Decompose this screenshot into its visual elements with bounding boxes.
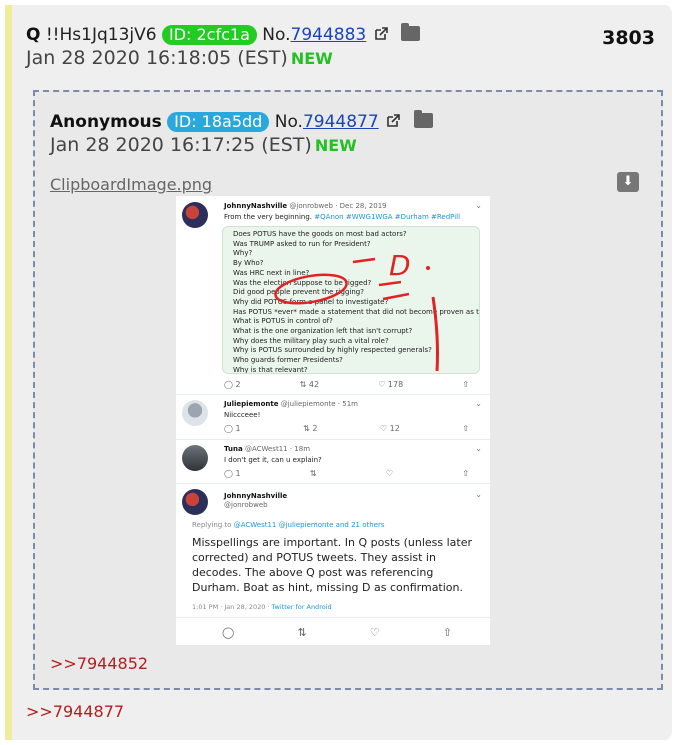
reply-count: 2 (235, 380, 241, 389)
tweet-name: Juliepiemonte (224, 400, 279, 408)
quoted-poster-name: Anonymous (50, 112, 162, 132)
folder-icon[interactable] (401, 23, 421, 41)
tweet-name: JohnnyNashville (224, 202, 288, 210)
post-backlink[interactable]: >>7944877 (26, 702, 124, 721)
tweet-time: 1:01 PM · Jan 28, 2020 · (192, 603, 270, 611)
reply-count: 1 (235, 424, 241, 433)
share-icon[interactable]: ⇧ (462, 469, 469, 478)
post-date: Jan 28 2020 16:18:05 (EST) NEW (26, 47, 333, 69)
tweet-hashtags: #QAnon #WWG1WGA #Durham #RedPill (314, 213, 461, 221)
tweet-author: JohnnyNashville @jonrobweb · Dec 28, 201… (224, 202, 387, 210)
reply-icon[interactable]: ◯ 2 (224, 380, 241, 389)
reply-count: 1 (235, 469, 241, 478)
tweet-name: JohnnyNashville (224, 492, 288, 500)
tweet-meta: 1:01 PM · Jan 28, 2020 · Twitter for And… (192, 603, 332, 611)
reply-targets: @ACWest11 @juliepiemonte and 21 others (233, 521, 385, 529)
reply-icon[interactable]: ◯ 1 (224, 424, 241, 433)
retweet-icon[interactable]: ⇅ 42 (300, 380, 319, 389)
chevron-down-icon: ⌄ (475, 490, 482, 499)
tweet-text-prefix: From the very beginning. (224, 213, 313, 221)
retweet-icon[interactable]: ⇅ (297, 626, 306, 639)
reply-prefix: Replying to (192, 521, 232, 529)
tweet-text: Niiccceee! (224, 411, 261, 419)
tweet-actions: ◯ 1 ⇅ 2 ♡ 12 ⇧ (224, 424, 469, 433)
annotation-letter: D (389, 249, 411, 282)
like-icon[interactable]: ♡ 178 (378, 380, 403, 389)
q-post: Q !!Hs1Jq13jV6 ID: 2cfc1a No.7944883 380… (5, 5, 672, 740)
tweet-author: JohnnyNashville (224, 492, 287, 500)
attachment-image[interactable]: JohnnyNashville @jonrobweb · Dec 28, 201… (176, 196, 490, 645)
tweet-handle: @jonrobweb (224, 501, 268, 509)
like-count: 178 (387, 380, 404, 389)
retweet-count: 42 (308, 380, 320, 389)
tweet-actions: ◯ ⇅ ♡ ⇧ (222, 626, 452, 639)
download-icon[interactable]: ⬇ (617, 172, 639, 192)
divider (176, 483, 490, 484)
external-link-icon[interactable] (386, 114, 400, 128)
reply-icon[interactable]: ◯ (222, 626, 234, 639)
new-badge: NEW (314, 136, 357, 155)
like-icon[interactable]: ♡ 12 (380, 424, 400, 433)
post-date-text: Jan 28 2020 16:18:05 (EST) (26, 47, 288, 69)
tweet-source: Twitter for Android (271, 603, 332, 611)
quoted-number-link[interactable]: 7944877 (303, 112, 379, 132)
tweet-author: Juliepiemonte @juliepiemonte · 51m (224, 400, 358, 408)
share-icon[interactable]: ⇧ (462, 380, 469, 389)
avatar (182, 445, 208, 471)
quoted-question-box: Does POTUS have the goods on most bad ac… (222, 226, 480, 374)
like-icon[interactable]: ♡ (386, 469, 393, 478)
tweet-handle: @juliepiemonte · 51m (280, 400, 358, 408)
divider (176, 394, 490, 395)
chevron-down-icon: ⌄ (475, 201, 482, 210)
retweet-count: 2 (312, 424, 318, 433)
post-no-label: No. (262, 25, 291, 45)
tweet-handle: @ACWest11 · 18m (244, 445, 311, 453)
quoted-date: Jan 28 2020 16:17:25 (EST) NEW (50, 134, 357, 156)
tripcode: !!Hs1Jq13jV6 (45, 25, 157, 45)
like-count: 12 (389, 424, 400, 433)
retweet-icon[interactable]: ⇅ 2 (303, 424, 317, 433)
quoted-backlink[interactable]: >>7944852 (50, 654, 148, 673)
tweet-name: Tuna (224, 445, 243, 453)
quoted-date-text: Jan 28 2020 16:17:25 (EST) (50, 134, 312, 156)
quoted-no-label: No. (274, 112, 303, 132)
quoted-post: Anonymous ID: 18a5dd No.7944877 Jan 28 2… (33, 90, 663, 690)
retweet-icon[interactable]: ⇅ (310, 469, 317, 478)
reply-icon[interactable]: ◯ 1 (224, 469, 241, 478)
post-header: Q !!Hs1Jq13jV6 ID: 2cfc1a No.7944883 (26, 23, 421, 45)
external-link-icon[interactable] (374, 27, 388, 41)
poster-id-badge[interactable]: ID: 2cfc1a (161, 25, 257, 45)
tweet-author: Tuna @ACWest11 · 18m (224, 445, 310, 453)
divider (176, 439, 490, 440)
avatar (182, 202, 208, 228)
tweet-actions: ◯ 2 ⇅ 42 ♡ 178 ⇧ (224, 380, 469, 389)
avatar (182, 400, 208, 426)
post-number-link[interactable]: 7944883 (291, 25, 367, 45)
share-icon[interactable]: ⇧ (462, 424, 469, 433)
divider (176, 617, 490, 618)
chevron-down-icon: ⌄ (475, 399, 482, 408)
new-badge: NEW (290, 49, 333, 68)
poster-name: Q (26, 25, 41, 45)
post-count: 3803 (602, 27, 655, 49)
chevron-down-icon: ⌄ (475, 444, 482, 453)
tweet-author: @jonrobweb (224, 501, 268, 509)
quoted-header: Anonymous ID: 18a5dd No.7944877 (50, 110, 433, 132)
red-ink-annotation: D (274, 249, 439, 372)
folder-icon[interactable] (413, 110, 433, 128)
quoted-id-badge[interactable]: ID: 18a5dd (167, 112, 270, 132)
avatar (182, 489, 208, 515)
tweet-handle: @jonrobweb · Dec 28, 2019 (289, 202, 387, 210)
share-icon[interactable]: ⇧ (443, 626, 452, 639)
tweet-text: Misspellings are important. In Q posts (… (192, 536, 473, 594)
like-icon[interactable]: ♡ (370, 626, 380, 639)
attachment-filename-link[interactable]: ClipboardImage.png (50, 175, 212, 194)
tweet-text: I don't get it, can u explain? (224, 456, 322, 464)
tweet-text: From the very beginning. #QAnon #WWG1WGA… (224, 213, 460, 221)
replying-to: Replying to @ACWest11 @juliepiemonte and… (192, 521, 385, 529)
tweet-actions: ◯ 1 ⇅ ♡ ⇧ (224, 469, 469, 478)
